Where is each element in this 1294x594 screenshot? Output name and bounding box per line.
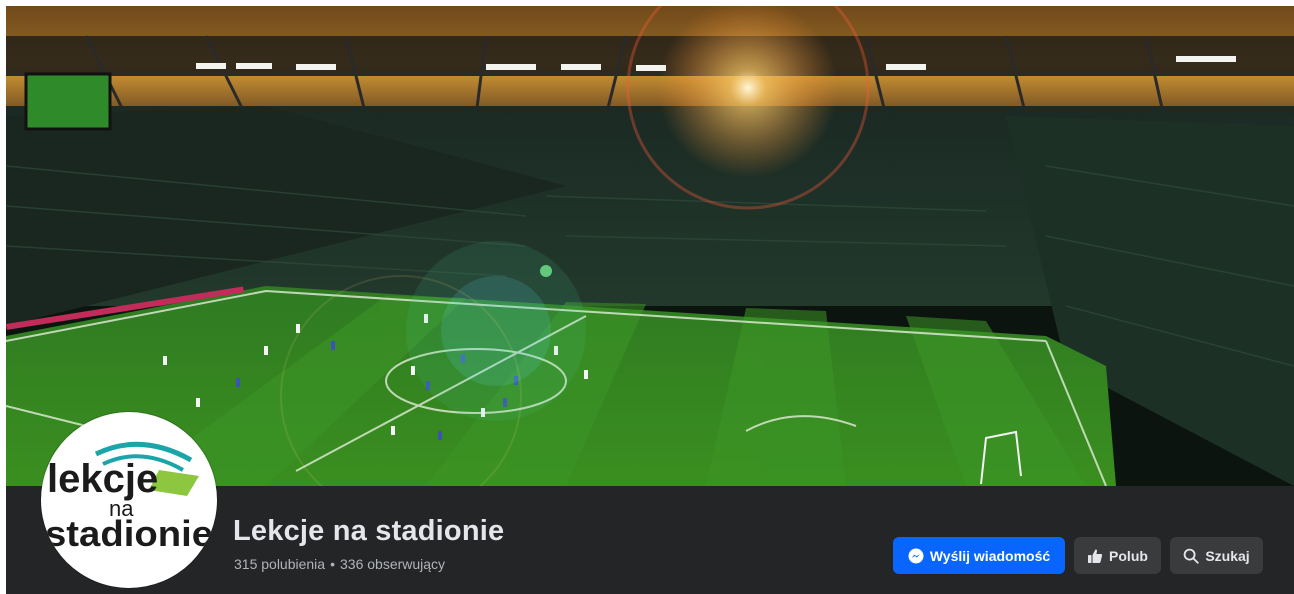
logo-text-stadionie: stadionie <box>45 513 213 554</box>
logo-text-lekcje: lekcje <box>47 457 158 501</box>
profile-avatar[interactable]: lekcje na stadionie <box>41 412 217 588</box>
stadium-illustration <box>6 6 1294 486</box>
search-label: Szukaj <box>1205 547 1250 564</box>
stats-separator: • <box>330 556 335 572</box>
likes-count[interactable]: 315 polubienia <box>234 556 325 572</box>
cover-photo[interactable] <box>6 6 1294 486</box>
page-stats: 315 polubienia • 336 obserwujący <box>234 556 445 572</box>
messenger-icon <box>908 548 924 564</box>
search-icon <box>1183 548 1200 564</box>
send-message-button[interactable]: Wyślij wiadomość <box>893 537 1065 574</box>
lekcje-na-stadionie-logo: lekcje na stadionie <box>45 441 213 554</box>
followers-count[interactable]: 336 obserwujący <box>340 556 445 572</box>
page-title[interactable]: Lekcje na stadionie <box>233 515 504 548</box>
send-message-label: Wyślij wiadomość <box>929 547 1051 564</box>
thumbs-up-icon <box>1087 548 1103 564</box>
like-button[interactable]: Polub <box>1074 537 1161 574</box>
like-label: Polub <box>1109 547 1148 564</box>
search-button[interactable]: Szukaj <box>1170 537 1263 574</box>
